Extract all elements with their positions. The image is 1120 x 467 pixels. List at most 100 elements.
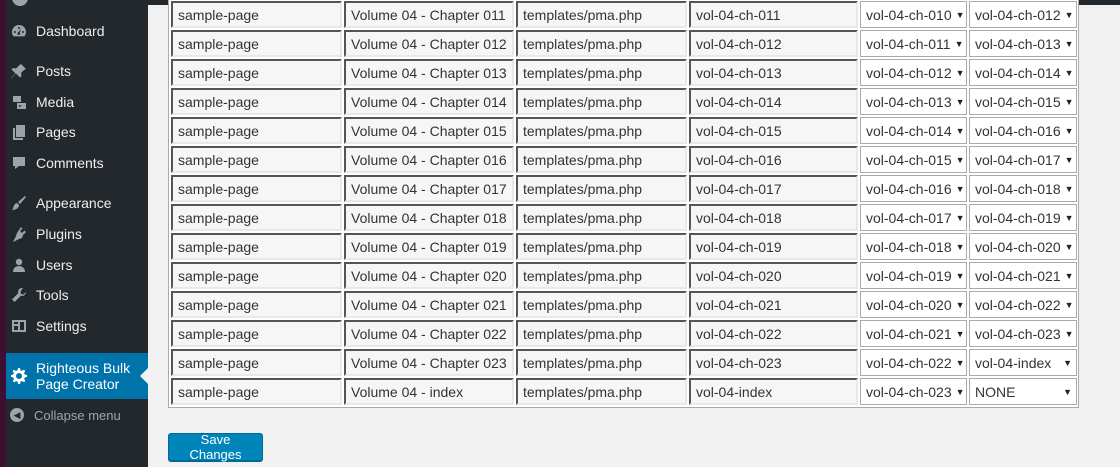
page-title-field[interactable]: Volume 04 - index [344,378,514,405]
previous-page-select[interactable]: vol-04-ch-010 ▼ [860,1,967,28]
previous-page-select[interactable]: vol-04-ch-013 ▼ [860,88,967,115]
field-value: sample-page [178,267,259,284]
slug-field[interactable]: vol-04-ch-016 [689,146,858,173]
next-page-select[interactable]: vol-04-ch-012 ▼ [969,1,1077,28]
page-title-field[interactable]: Volume 04 - Chapter 012 [344,30,514,57]
template-field[interactable]: templates/pma.php [516,88,687,115]
save-changes-button[interactable]: Save Changes [168,432,263,462]
previous-page-select[interactable]: vol-04-ch-020 ▼ [860,291,967,318]
template-field[interactable]: templates/pma.php [516,117,687,144]
template-field[interactable]: templates/pma.php [516,1,687,28]
parent-page-field[interactable]: sample-page [171,204,342,231]
slug-field[interactable]: vol-04-index [689,378,858,405]
sidebar-item-appearance[interactable]: Appearance [0,188,148,218]
template-field[interactable]: templates/pma.php [516,233,687,260]
parent-page-field[interactable]: sample-page [171,378,342,405]
parent-page-field[interactable]: sample-page [171,349,342,376]
sidebar-item-media[interactable]: Media [0,87,148,117]
next-page-select[interactable]: vol-04-ch-020 ▼ [969,233,1077,260]
sidebar-item-settings[interactable]: Settings [0,311,148,341]
next-page-select[interactable]: vol-04-index ▼ [969,349,1077,376]
next-page-select[interactable]: vol-04-ch-016 ▼ [969,117,1077,144]
template-field[interactable]: templates/pma.php [516,146,687,173]
top-menu-icon[interactable] [12,0,28,6]
slug-field[interactable]: vol-04-ch-015 [689,117,858,144]
previous-page-select[interactable]: vol-04-ch-017 ▼ [860,204,967,231]
sidebar-item-tools[interactable]: Tools [0,280,148,310]
previous-page-select[interactable]: vol-04-ch-016 ▼ [860,175,967,202]
sidebar-item-dashboard[interactable]: Dashboard [0,16,148,46]
slug-field[interactable]: vol-04-ch-019 [689,233,858,260]
previous-page-select[interactable]: vol-04-ch-012 ▼ [860,59,967,86]
page-title-field[interactable]: Volume 04 - Chapter 017 [344,175,514,202]
page-title-field[interactable]: Volume 04 - Chapter 013 [344,59,514,86]
sidebar-item-users[interactable]: Users [0,250,148,280]
slug-field[interactable]: vol-04-ch-021 [689,291,858,318]
next-page-select[interactable]: vol-04-ch-015 ▼ [969,88,1077,115]
next-page-select[interactable]: NONE ▼ [969,378,1077,405]
previous-page-select[interactable]: vol-04-ch-015 ▼ [860,146,967,173]
previous-page-select[interactable]: vol-04-ch-019 ▼ [860,262,967,289]
slug-field[interactable]: vol-04-ch-013 [689,59,858,86]
page-title-field[interactable]: Volume 04 - Chapter 011 [344,1,514,28]
slug-field[interactable]: vol-04-ch-011 [689,1,858,28]
collapse-menu-button[interactable]: ◀ Collapse menu [0,402,148,428]
page-title-field[interactable]: Volume 04 - Chapter 022 [344,320,514,347]
template-field[interactable]: templates/pma.php [516,262,687,289]
next-page-select[interactable]: vol-04-ch-019 ▼ [969,204,1077,231]
page-title-field[interactable]: Volume 04 - Chapter 019 [344,233,514,260]
previous-page-select[interactable]: vol-04-ch-018 ▼ [860,233,967,260]
parent-page-field[interactable]: sample-page [171,291,342,318]
parent-page-field[interactable]: sample-page [171,262,342,289]
slug-field[interactable]: vol-04-ch-017 [689,175,858,202]
template-field[interactable]: templates/pma.php [516,59,687,86]
template-field[interactable]: templates/pma.php [516,349,687,376]
sidebar-item-comments[interactable]: Comments [0,148,148,178]
parent-page-field[interactable]: sample-page [171,30,342,57]
previous-page-select[interactable]: vol-04-ch-023 ▼ [860,378,967,405]
next-page-select[interactable]: vol-04-ch-023 ▼ [969,320,1077,347]
slug-field[interactable]: vol-04-ch-018 [689,204,858,231]
slug-field[interactable]: vol-04-ch-014 [689,88,858,115]
sidebar-item-pages[interactable]: Pages [0,117,148,147]
page-title-field[interactable]: Volume 04 - Chapter 020 [344,262,514,289]
parent-page-field[interactable]: sample-page [171,117,342,144]
page-title-field[interactable]: Volume 04 - Chapter 016 [344,146,514,173]
template-field[interactable]: templates/pma.php [516,320,687,347]
next-page-select[interactable]: vol-04-ch-017 ▼ [969,146,1077,173]
page-title-field[interactable]: Volume 04 - Chapter 023 [344,349,514,376]
sidebar-item-righteous-bulk-page-creator[interactable]: Righteous Bulk Page Creator [0,353,148,399]
template-field[interactable]: templates/pma.php [516,30,687,57]
page-title-field[interactable]: Volume 04 - Chapter 021 [344,291,514,318]
parent-page-field[interactable]: sample-page [171,88,342,115]
parent-page-field[interactable]: sample-page [171,59,342,86]
next-page-select[interactable]: vol-04-ch-013 ▼ [969,30,1077,57]
slug-field[interactable]: vol-04-ch-023 [689,349,858,376]
parent-page-field[interactable]: sample-page [171,233,342,260]
slug-field[interactable]: vol-04-ch-022 [689,320,858,347]
template-field[interactable]: templates/pma.php [516,291,687,318]
sidebar-item-plugins[interactable]: Plugins [0,219,148,249]
previous-page-select[interactable]: vol-04-ch-014 ▼ [860,117,967,144]
parent-page-field[interactable]: sample-page [171,320,342,347]
page-title-field[interactable]: Volume 04 - Chapter 015 [344,117,514,144]
next-page-select[interactable]: vol-04-ch-021 ▼ [969,262,1077,289]
sidebar-item-posts[interactable]: Posts [0,56,148,86]
page-title-field[interactable]: Volume 04 - Chapter 018 [344,204,514,231]
template-field[interactable]: templates/pma.php [516,378,687,405]
template-field[interactable]: templates/pma.php [516,175,687,202]
next-page-select[interactable]: vol-04-ch-014 ▼ [969,59,1077,86]
next-page-select[interactable]: vol-04-ch-018 ▼ [969,175,1077,202]
next-page-select[interactable]: vol-04-ch-022 ▼ [969,291,1077,318]
slug-field[interactable]: vol-04-ch-012 [689,30,858,57]
table-row: sample-page Volume 04 - Chapter 021 templa… [170,290,1078,319]
page-title-field[interactable]: Volume 04 - Chapter 014 [344,88,514,115]
previous-page-select[interactable]: vol-04-ch-021 ▼ [860,320,967,347]
slug-field[interactable]: vol-04-ch-020 [689,262,858,289]
template-field[interactable]: templates/pma.php [516,204,687,231]
parent-page-field[interactable]: sample-page [171,1,342,28]
parent-page-field[interactable]: sample-page [171,175,342,202]
previous-page-select[interactable]: vol-04-ch-011 ▼ [860,30,967,57]
previous-page-select[interactable]: vol-04-ch-022 ▼ [860,349,967,376]
parent-page-field[interactable]: sample-page [171,146,342,173]
